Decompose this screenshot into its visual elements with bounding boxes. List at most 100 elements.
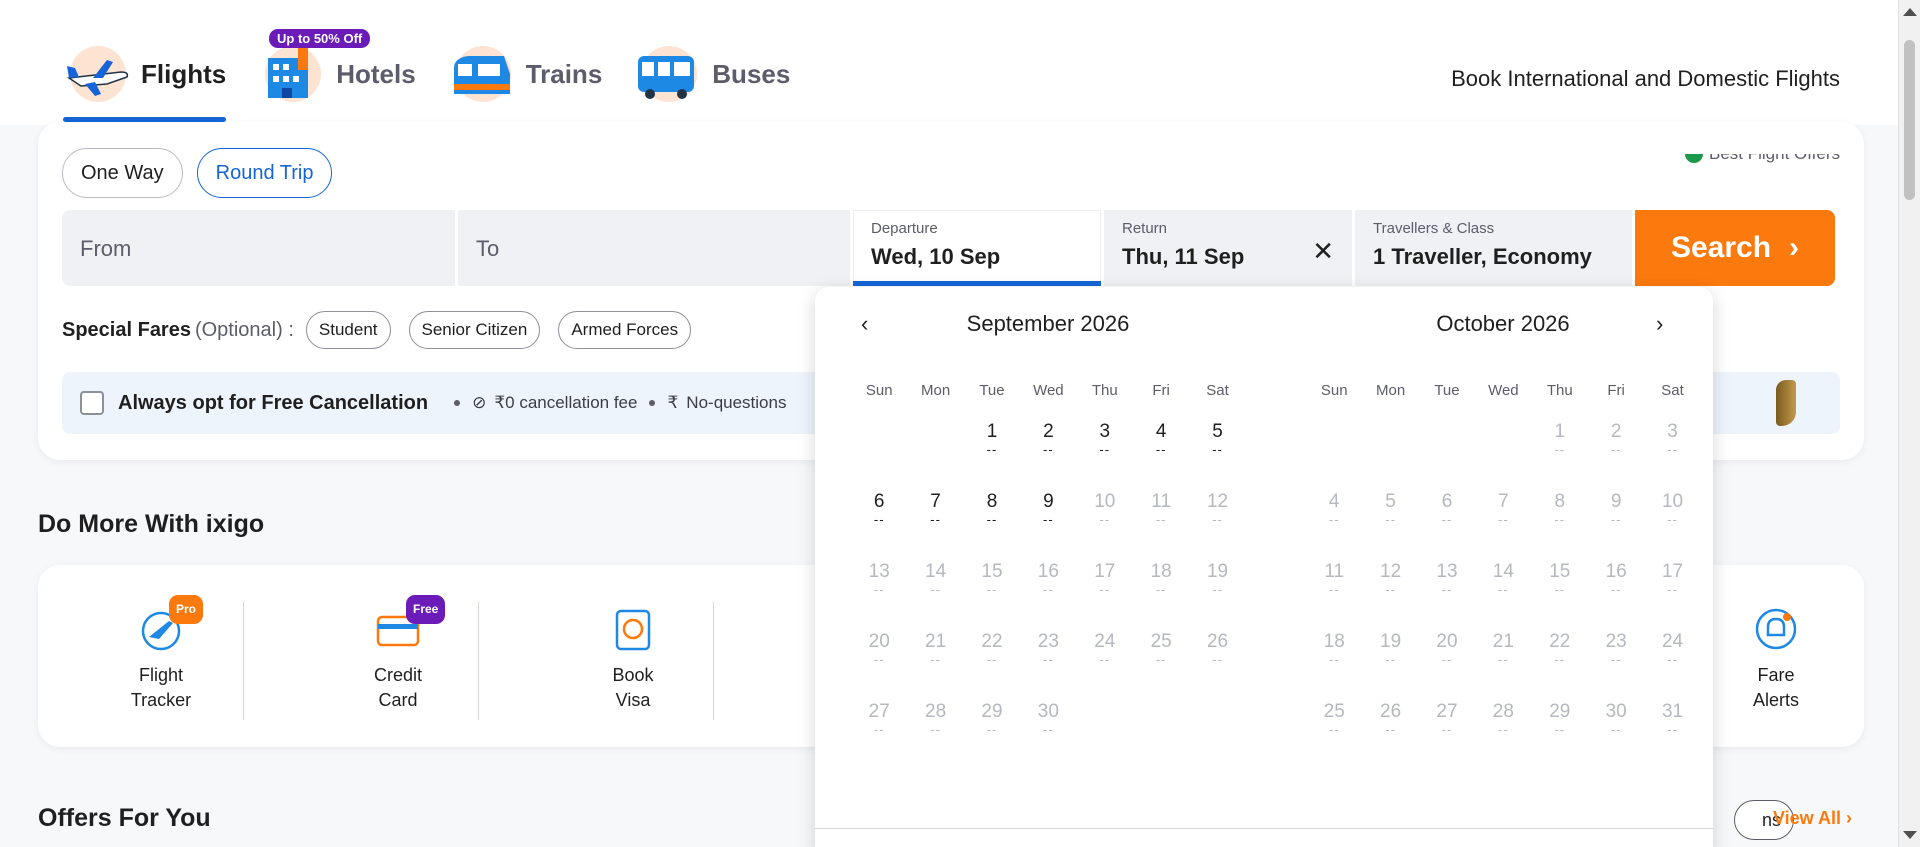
- day-number: 30: [1037, 701, 1059, 722]
- clear-return-icon[interactable]: ✕: [1312, 236, 1334, 267]
- departure-label: Departure: [871, 220, 938, 237]
- product-tabs: Flights Hotels Trains Buses: [63, 38, 822, 122]
- day-fare: --: [986, 652, 998, 667]
- day-fare: --: [1328, 512, 1340, 527]
- view-all-label: View All: [1772, 808, 1841, 828]
- to-field[interactable]: To: [458, 210, 850, 286]
- calendar-day[interactable]: 1 --: [964, 421, 1020, 491]
- fare-chip-senior-citizen[interactable]: Senior Citizen: [408, 311, 541, 349]
- best-offers-link[interactable]: Best Flight Offers: [1684, 144, 1840, 164]
- tab-flights[interactable]: Flights: [63, 38, 227, 122]
- top-navigation: Flights Hotels Trains Buses Up to 50% Of…: [0, 0, 1898, 125]
- day-fare: --: [1385, 582, 1396, 597]
- calendar-day: 9 --: [1588, 491, 1644, 561]
- special-fares-optional: (Optional) :: [194, 318, 294, 341]
- calendar-day[interactable]: 2 --: [1020, 421, 1076, 491]
- cancellation-feature-text: ₹0 cancellation fee: [494, 393, 638, 412]
- return-field[interactable]: Return Thu, 11 Sep ✕: [1104, 210, 1352, 286]
- calendar-day: 24 --: [1077, 631, 1133, 701]
- day-number: 29: [1549, 701, 1571, 722]
- day-number: 16: [1605, 561, 1627, 582]
- departure-field[interactable]: Departure Wed, 10 Sep: [853, 210, 1101, 286]
- day-fare: --: [1099, 442, 1111, 457]
- search-button[interactable]: Search ›: [1635, 210, 1835, 286]
- day-number: 24: [1094, 631, 1116, 652]
- calendar-day: 12 --: [1362, 561, 1418, 631]
- day-fare: --: [1554, 582, 1566, 597]
- day-fare: --: [930, 652, 941, 667]
- rupee-refund-icon: ₹: [667, 393, 679, 412]
- one-way-button[interactable]: One Way: [62, 148, 183, 198]
- page-scrollbar[interactable]: [1898, 0, 1920, 847]
- day-number: 19: [1380, 631, 1402, 652]
- calendar-day[interactable]: 3 --: [1077, 421, 1133, 491]
- day-number: 28: [1492, 701, 1514, 722]
- day-fare: --: [986, 582, 998, 597]
- return-value: Thu, 11 Sep: [1122, 244, 1245, 269]
- item-label-line2: Visa: [615, 690, 651, 710]
- calendar-day: 10 --: [1644, 491, 1700, 561]
- offers-title: Offers For You: [38, 804, 211, 832]
- day-number: 25: [1323, 701, 1345, 722]
- tab-buses[interactable]: Buses: [634, 38, 790, 110]
- search-button-label: Search: [1670, 231, 1772, 264]
- free-cancellation-title: Always opt for Free Cancellation: [118, 391, 429, 414]
- bus-icon: [634, 44, 704, 104]
- day-fare: --: [1554, 722, 1566, 737]
- item-label-line2: Card: [378, 690, 418, 710]
- bell-icon: [1754, 607, 1798, 651]
- round-trip-button[interactable]: Round Trip: [196, 148, 333, 198]
- day-fare: --: [1441, 722, 1453, 737]
- day-number: 10: [1094, 491, 1116, 512]
- day-number: 10: [1661, 491, 1684, 512]
- day-number: 17: [1094, 561, 1116, 582]
- flight-tracker-item[interactable]: Pro Flight Tracker: [86, 595, 236, 713]
- day-number: 12: [1206, 491, 1229, 512]
- tab-label: Trains: [525, 58, 603, 89]
- day-fare: --: [1554, 442, 1566, 457]
- calendar-day: 27 --: [851, 701, 907, 771]
- calendar-day: 13 --: [1419, 561, 1475, 631]
- free-cancellation-checkbox[interactable]: [80, 391, 104, 415]
- calendar-day[interactable]: 7 --: [907, 491, 963, 561]
- calendar-day[interactable]: 8 --: [964, 491, 1020, 561]
- weekday-label: Thu: [1546, 382, 1573, 399]
- item-label-line1: Flight: [138, 665, 183, 685]
- fare-chip-armed-forces[interactable]: Armed Forces: [558, 311, 692, 349]
- weekday-label: Sat: [1206, 382, 1229, 399]
- from-field[interactable]: From: [62, 210, 455, 286]
- cancellation-feature-text: No-questions: [686, 393, 787, 412]
- weekday-label: Fri: [1152, 382, 1170, 399]
- view-all-link[interactable]: View All ›: [1773, 808, 1852, 829]
- trip-type-toggle: One Way Round Trip: [62, 148, 333, 198]
- calendar-day: 15 --: [964, 561, 1020, 631]
- book-visa-item[interactable]: Book Visa: [558, 607, 708, 713]
- calendar-day[interactable]: 5 --: [1189, 421, 1245, 491]
- travellers-field[interactable]: Travellers & Class 1 Traveller, Economy: [1355, 210, 1632, 286]
- calendar-day: 4 --: [1306, 491, 1362, 561]
- day-fare: --: [986, 722, 998, 737]
- credit-card-item[interactable]: Free Credit Card: [323, 595, 473, 713]
- best-offers-label: Best Flight Offers: [1708, 144, 1840, 163]
- day-fare: --: [1155, 652, 1167, 667]
- fare-alerts-item[interactable]: Fare Alerts: [1701, 607, 1851, 713]
- tab-hotels[interactable]: Hotels: [258, 38, 416, 110]
- day-fare: --: [1155, 512, 1167, 527]
- calendar-day: 8 --: [1532, 491, 1588, 561]
- calendar-day: 20 --: [1419, 631, 1475, 701]
- calendar-day[interactable]: 9 --: [1020, 491, 1076, 561]
- calendar-day[interactable]: 6 --: [851, 491, 907, 561]
- scroll-down-icon[interactable]: [1903, 831, 1917, 839]
- day-fare: --: [873, 582, 885, 597]
- day-fare: --: [1212, 652, 1223, 667]
- pro-badge: Pro: [169, 595, 204, 624]
- tab-trains[interactable]: Trains: [448, 38, 603, 110]
- fare-chip-student[interactable]: Student: [305, 311, 391, 349]
- calendar-day: 11 --: [1133, 491, 1189, 561]
- calendar-day: 6 --: [1419, 491, 1475, 561]
- calendar-day: 24 --: [1644, 631, 1700, 701]
- calendar-day[interactable]: 4 --: [1133, 421, 1189, 491]
- scroll-up-icon[interactable]: [1903, 8, 1917, 16]
- day-fare: --: [1498, 582, 1509, 597]
- scroll-thumb[interactable]: [1904, 40, 1915, 200]
